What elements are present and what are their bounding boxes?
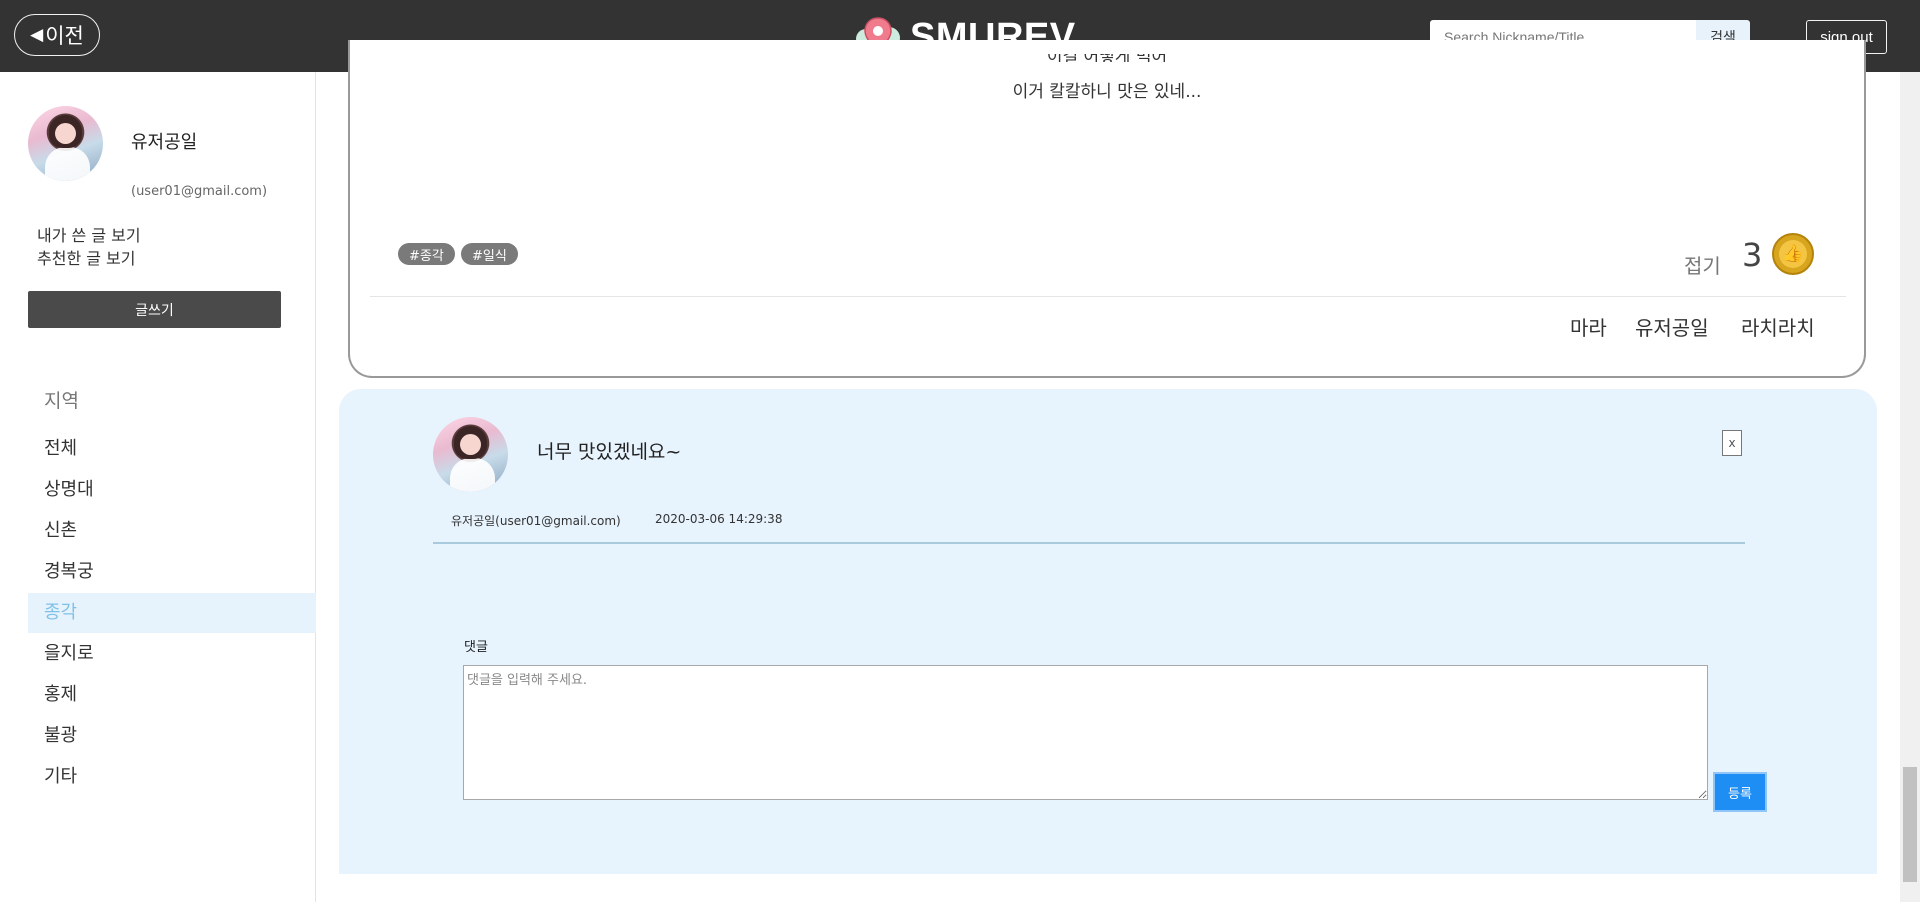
back-button[interactable]: ◀ 이전 [14,14,100,56]
region-item-all[interactable]: 전체 [28,429,316,469]
my-posts-link[interactable]: 내가 쓴 글 보기 [37,222,141,246]
comment-section: 너무 맛있겠네요~ x 유저공일(user01@gmail.com) 2020-… [339,389,1877,874]
post-tag[interactable]: #일식 [461,243,518,265]
comment-divider [433,542,1745,544]
region-item-sangmyung[interactable]: 상명대 [28,470,316,510]
post-card: 이걸 어떻게 먹어 이거 칼칼하니 맛은 있네... #종각 #일식 접기 3 … [348,40,1866,378]
region-item-gyeongbokgung[interactable]: 경복궁 [28,552,316,592]
region-item-euljiro[interactable]: 을지로 [28,634,316,674]
post-divider [370,296,1846,297]
reply-textarea[interactable] [463,665,1708,800]
sidebar: 유저공일 (user01@gmail.com) 내가 쓴 글 보기 추천한 글 … [0,72,316,902]
liker-name[interactable]: 라치라치 [1741,312,1815,341]
region-item-hongje[interactable]: 홍제 [28,675,316,715]
comment-timestamp: 2020-03-06 14:29:38 [655,512,783,526]
like-button[interactable]: 👍 [1772,233,1814,275]
profile-email: (user01@gmail.com) [131,184,268,199]
region-heading: 지역 [44,390,79,412]
recommended-posts-link[interactable]: 추천한 글 보기 [37,245,136,269]
liker-name[interactable]: 마라 [1570,312,1607,341]
submit-reply-button[interactable]: 등록 [1713,772,1767,812]
profile-avatar [28,106,103,181]
liker-name[interactable]: 유저공일 [1635,312,1709,341]
collapse-link[interactable]: 접기 [1684,250,1721,279]
region-item-sinchon[interactable]: 신촌 [28,511,316,551]
region-item-etc[interactable]: 기타 [28,757,316,797]
post-body-line: 이거 칼칼하니 맛은 있네... [1012,82,1202,102]
reply-label: 댓글 [464,640,488,655]
comment-author: 유저공일(user01@gmail.com) [451,514,621,528]
profile-username: 유저공일 [131,132,198,153]
post-body-line-partial: 이걸 어떻게 먹어 [350,54,1864,62]
delete-comment-button[interactable]: x [1722,430,1742,456]
comment-text: 너무 맛있겠네요~ [537,441,682,463]
scrollbar-thumb[interactable] [1903,767,1917,882]
back-arrow-icon: ◀ [30,25,44,45]
region-item-jonggak[interactable]: 종각 [28,593,316,633]
region-item-bulgwang[interactable]: 불광 [28,716,316,756]
comment-avatar [433,417,508,492]
back-button-label: 이전 [45,24,84,48]
thumbs-up-icon: 👍 [1779,240,1807,268]
like-count: 3 [1742,236,1763,274]
write-post-button[interactable]: 글쓰기 [28,291,281,328]
post-tag[interactable]: #종각 [398,243,455,265]
